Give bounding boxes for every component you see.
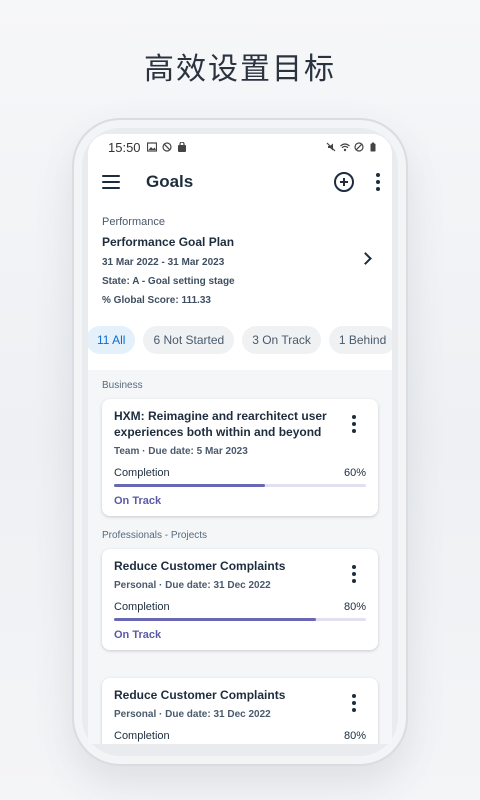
completion-progress-bar — [114, 484, 366, 487]
more-vertical-icon[interactable] — [376, 173, 380, 191]
status-bar: 15:50 — [88, 134, 392, 160]
goal-meta: Personal · Due date: 31 Dec 2022 — [114, 580, 271, 591]
more-vertical-icon[interactable] — [352, 415, 356, 433]
completion-label: Completion — [114, 601, 170, 613]
completion-label: Completion — [114, 467, 170, 479]
section-label: Professionals - Projects — [102, 530, 208, 541]
filter-chip-on-track[interactable]: 3 On Track — [242, 326, 321, 354]
blocked-icon — [161, 142, 172, 152]
goal-title: Reduce Customer Complaints — [114, 688, 286, 702]
goal-meta: Personal · Due date: 31 Dec 2022 — [114, 709, 271, 720]
goal-status: On Track — [114, 495, 162, 507]
completion-value: 60% — [343, 467, 366, 479]
dnd-icon — [354, 142, 364, 152]
plan-category: Performance — [102, 216, 165, 228]
filter-chips: 11 All 6 Not Started 3 On Track 1 Behind — [88, 320, 392, 370]
battery-icon — [370, 142, 376, 152]
goal-meta: Team · Due date: 5 Mar 2023 — [114, 446, 248, 457]
bag-icon — [177, 142, 186, 152]
more-vertical-icon[interactable] — [352, 565, 356, 583]
plan-name: Performance Goal Plan — [102, 235, 235, 249]
completion-value: 80% — [343, 730, 366, 742]
page-title: Goals — [146, 172, 194, 191]
promo-headline: 高效设置目标 — [144, 52, 336, 87]
goal-title: HXM: Reimagine and rearchitect user expe… — [114, 409, 327, 439]
completion-value: 80% — [343, 601, 366, 613]
app-screen: 15:50 Goals Performance Performance Goal… — [88, 134, 392, 744]
goal-title: Reduce Customer Complaints — [114, 559, 286, 573]
app-bar: Goals — [88, 160, 392, 204]
add-circle-icon[interactable] — [334, 172, 354, 192]
image-icon — [146, 142, 157, 152]
hamburger-icon[interactable] — [102, 175, 120, 189]
goal-plan-summary[interactable]: Performance Performance Goal Plan 31 Mar… — [88, 204, 392, 320]
mute-icon — [326, 142, 336, 152]
plan-score: % Global Score: 111.33 — [102, 295, 211, 306]
filter-chip-all[interactable]: 11 All — [88, 326, 136, 354]
more-vertical-icon[interactable] — [352, 694, 356, 712]
completion-label: Completion — [114, 730, 170, 742]
goal-card[interactable]: Reduce Customer Complaints Personal · Du… — [102, 678, 378, 744]
section-label: Business — [102, 380, 143, 391]
plan-state: State: A - Goal setting stage — [102, 276, 235, 287]
wifi-icon — [340, 143, 350, 152]
completion-progress-bar — [114, 618, 366, 621]
goal-card[interactable]: HXM: Reimagine and rearchitect user expe… — [102, 399, 378, 516]
status-time: 15:50 — [108, 139, 141, 155]
filter-chip-behind[interactable]: 1 Behind — [328, 326, 392, 354]
plan-dates: 31 Mar 2022 - 31 Mar 2023 — [102, 257, 225, 268]
goal-card[interactable]: Reduce Customer Complaints Personal · Du… — [102, 549, 378, 650]
filter-chip-not-started[interactable]: 6 Not Started — [143, 326, 235, 354]
goal-status: On Track — [114, 629, 162, 641]
